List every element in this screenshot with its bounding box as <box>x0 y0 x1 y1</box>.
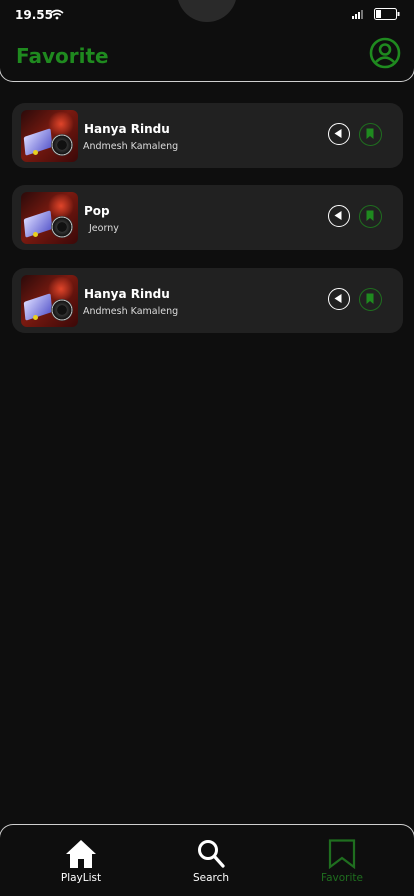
nav-label: PlayList <box>60 872 102 884</box>
play-button[interactable] <box>328 205 350 227</box>
song-title: Pop <box>84 204 110 218</box>
nav-item-playlist[interactable]: PlayList <box>36 839 126 887</box>
play-button[interactable] <box>328 288 350 310</box>
user-circle-icon[interactable] <box>369 37 401 69</box>
signal-icon <box>352 10 363 19</box>
list-item[interactable]: Hanya Rindu Andmesh Kamaleng <box>12 103 403 168</box>
bookmark-icon <box>328 839 356 869</box>
list-item[interactable]: Pop Jeorny <box>12 185 403 250</box>
nav-item-search[interactable]: Search <box>166 839 256 887</box>
nav-item-favorite[interactable]: Favorite <box>297 839 387 887</box>
list-item[interactable]: Hanya Rindu Andmesh Kamaleng <box>12 268 403 333</box>
nav-label: Favorite <box>321 872 363 884</box>
bookmark-icon <box>366 293 374 304</box>
album-cover <box>21 275 78 327</box>
battery-icon <box>374 8 400 20</box>
song-artist: Andmesh Kamaleng <box>83 141 179 152</box>
favorite-screen: 19.55 Favorite Hanya Rindu Andmesh Kamal… <box>0 0 414 896</box>
search-icon <box>198 840 225 868</box>
play-button[interactable] <box>328 123 350 145</box>
bookmark-button[interactable] <box>359 123 382 146</box>
camera-notch <box>177 0 237 22</box>
album-cover <box>21 110 78 162</box>
wifi-icon <box>50 9 64 20</box>
song-title: Hanya Rindu <box>84 287 170 301</box>
song-title: Hanya Rindu <box>84 122 170 136</box>
song-artist: Andmesh Kamaleng <box>83 306 179 317</box>
play-reverse-icon <box>334 129 342 138</box>
play-reverse-icon <box>334 294 342 303</box>
play-reverse-icon <box>334 211 342 220</box>
nav-label: Search <box>192 872 230 884</box>
header: Favorite <box>0 22 414 82</box>
bookmark-icon <box>366 210 374 221</box>
page-title: Favorite <box>16 44 109 68</box>
home-icon <box>66 840 96 868</box>
status-time: 19.55 <box>15 8 53 22</box>
bookmark-button[interactable] <box>359 205 382 228</box>
bookmark-button[interactable] <box>359 288 382 311</box>
bookmark-icon <box>366 128 374 139</box>
album-cover <box>21 192 78 244</box>
bottom-nav: PlayList Search Favorite <box>0 824 414 896</box>
song-artist: Jeorny <box>89 223 119 234</box>
